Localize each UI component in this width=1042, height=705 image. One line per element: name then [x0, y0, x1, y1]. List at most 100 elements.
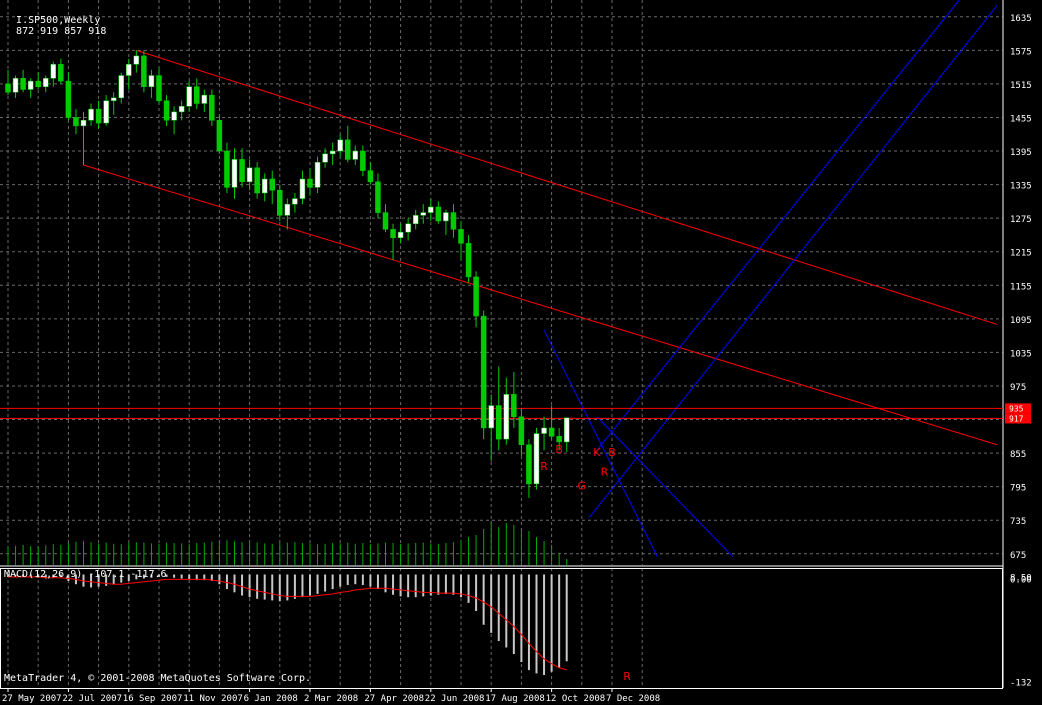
candle-body: [239, 159, 245, 183]
candle-body: [133, 55, 140, 65]
candle-body: [428, 206, 434, 213]
candle-body: [443, 212, 449, 222]
candle-body: [329, 150, 336, 155]
price-tick-label: 1395: [1010, 148, 1032, 158]
candle-body: [110, 97, 117, 101]
chart-canvas[interactable]: RBGKRB R 1635157515151455139513351275121…: [0, 0, 1042, 705]
candle-body: [186, 86, 192, 107]
price-tick-label: 975: [1010, 383, 1026, 393]
channel-line: [83, 164, 998, 446]
candle-body: [209, 94, 215, 121]
candle-body: [231, 159, 238, 188]
price-axis: 1635 1575 1515 1455 1395 1335 1275 1215 1155 1095…: [1005, 14, 1032, 689]
macd-label: MACD(12,26,9) -107.1 -117.6: [4, 569, 167, 580]
candle-body: [50, 64, 57, 79]
pitchfork-line: [596, 416, 734, 557]
candle-body: [488, 405, 494, 429]
candle-body: [194, 86, 200, 104]
candle-body: [345, 139, 351, 160]
candle-body: [458, 229, 464, 244]
candle-body: [307, 178, 313, 188]
pattern-marker: K: [593, 446, 601, 459]
time-tick-label: 7 Dec 2008: [606, 694, 660, 704]
candle-body: [224, 150, 230, 188]
candle-body: [533, 433, 540, 485]
candle-body: [156, 75, 162, 101]
candle-body: [465, 243, 472, 278]
price-tick-label: 1335: [1010, 182, 1032, 192]
candle-body: [314, 161, 321, 188]
candle-body: [518, 416, 525, 445]
candle-body: [503, 394, 510, 440]
candle-body: [216, 120, 223, 152]
candle-body: [526, 444, 532, 485]
candle-body: [405, 223, 411, 233]
macd-panel: R: [7, 574, 631, 683]
candle-body: [496, 405, 502, 440]
time-tick-label: 16 Sep 2007: [123, 694, 183, 704]
candle-body: [163, 100, 170, 121]
time-tick-label: 12 Oct 2008: [546, 694, 606, 704]
candle-body: [322, 153, 328, 163]
candle-body: [43, 78, 49, 87]
candle-body: [473, 276, 479, 317]
candle-body: [390, 229, 396, 238]
price-tick-label: 1035: [1010, 349, 1032, 359]
candle-body: [360, 150, 366, 171]
candle-body: [337, 139, 343, 152]
price-tick-label: 1155: [1010, 282, 1032, 292]
grid: [0, 0, 1004, 689]
candle-body: [5, 83, 11, 93]
macd-marker: R: [623, 670, 631, 683]
price-mark-label: 935: [1009, 404, 1024, 413]
candle-body: [148, 75, 155, 87]
price-tick-label: 795: [1010, 484, 1026, 494]
candle-body: [20, 78, 26, 90]
candle-body: [254, 167, 260, 194]
price-tick-label: 1575: [1010, 47, 1032, 57]
candle-body: [35, 80, 41, 87]
pitchfork-line: [588, 5, 998, 518]
candle-body: [103, 100, 109, 124]
time-tick-label: 27 Apr 2008: [364, 694, 424, 704]
candle-body: [420, 212, 426, 216]
price-mark-label: 917: [1009, 414, 1024, 423]
candle-body: [95, 108, 102, 124]
candle-body: [171, 111, 177, 121]
candle-body: [88, 108, 94, 121]
candle-body: [80, 120, 87, 127]
candle-body: [277, 189, 283, 216]
price-tick-label: 1635: [1010, 14, 1032, 24]
candle-body: [284, 203, 291, 216]
candle-body: [261, 178, 268, 194]
time-axis: 27 May 2007 22 Jul 2007 16 Sep 2007 11 Nov …: [2, 688, 660, 704]
candle-body: [480, 315, 487, 429]
time-tick-label: 2 Mar 2008: [304, 694, 358, 704]
candle-body: [435, 206, 442, 222]
time-tick-label: 6 Jan 2008: [244, 694, 298, 704]
price-tick-label: 1095: [1010, 316, 1032, 326]
candlesticks: [5, 50, 570, 498]
candle-body: [541, 427, 547, 434]
price-tick-label: 1515: [1010, 81, 1032, 91]
pattern-marker: B: [608, 446, 616, 459]
time-tick-label: 11 Nov 2007: [183, 694, 243, 704]
time-tick-label: 17 Aug 2008: [485, 694, 545, 704]
time-tick-label: 22 Jul 2007: [62, 694, 122, 704]
price-tick-label: 1275: [1010, 215, 1032, 225]
time-tick-label: 27 May 2007: [2, 694, 62, 704]
candle-body: [412, 215, 419, 225]
symbol-label: I.SP500,Weekly: [16, 15, 101, 26]
candle-body: [126, 64, 132, 76]
candle-body: [548, 427, 555, 437]
candle-body: [178, 106, 185, 113]
macd-tick-label: -132: [1010, 679, 1032, 689]
candle-body: [397, 231, 404, 238]
ohlc-label: 872 919 857 918: [16, 26, 107, 37]
pattern-marker: R: [601, 465, 609, 478]
candle-body: [65, 80, 72, 118]
price-tick-label: 1215: [1010, 249, 1032, 259]
chart-header: I.SP500,Weekly 872 919 857 918: [4, 4, 106, 37]
candle-body: [382, 212, 389, 230]
candle-body: [511, 394, 517, 418]
